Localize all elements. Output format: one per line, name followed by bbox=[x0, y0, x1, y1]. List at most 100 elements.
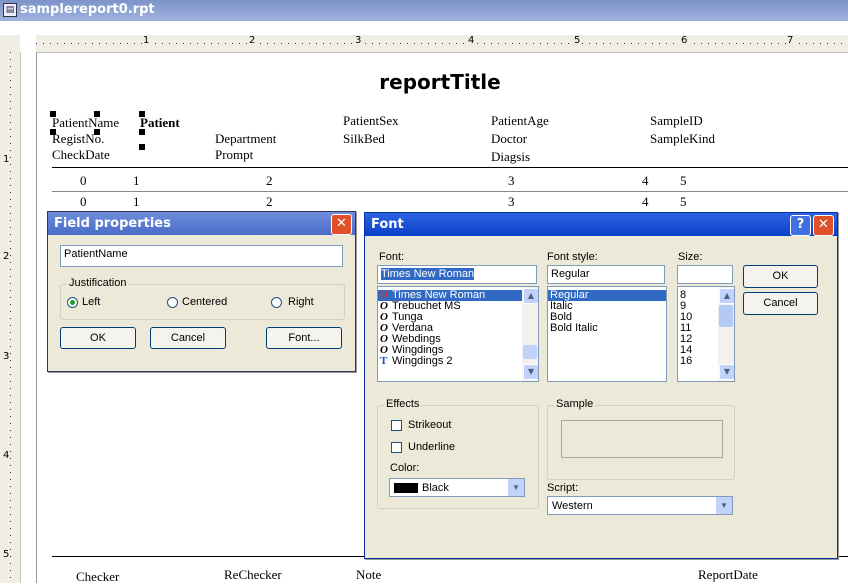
detail-cell[interactable]: 1 bbox=[133, 194, 140, 210]
vertical-ruler: 1 2 3 4 5 bbox=[0, 52, 21, 583]
radio-centered[interactable] bbox=[167, 297, 178, 308]
font-list-scrollbar[interactable]: ▲ ▼ bbox=[522, 287, 538, 381]
sample-preview bbox=[561, 420, 723, 458]
font-list[interactable]: O Times New Roman O Trebuchet MS O Tunga OV… bbox=[377, 286, 539, 382]
field-diagsis[interactable]: Diagsis bbox=[491, 149, 530, 165]
size-input[interactable] bbox=[677, 265, 733, 284]
detail-cell[interactable]: 5 bbox=[680, 194, 687, 210]
scroll-thumb[interactable] bbox=[523, 345, 537, 359]
selection-handle[interactable] bbox=[50, 111, 56, 117]
detail-cell[interactable]: 0 bbox=[80, 194, 87, 210]
strikeout-label[interactable]: Strikeout bbox=[408, 419, 451, 431]
field-patient-sex[interactable]: PatientSex bbox=[343, 113, 399, 129]
detail-cell[interactable]: 2 bbox=[266, 173, 273, 189]
selection-handle[interactable] bbox=[139, 111, 145, 117]
radio-right-label[interactable]: Right bbox=[288, 296, 314, 308]
scroll-down-icon[interactable]: ▼ bbox=[523, 364, 538, 380]
close-icon[interactable]: ✕ bbox=[813, 215, 834, 236]
color-value: Black bbox=[422, 482, 449, 494]
chevron-down-icon[interactable]: ▼ bbox=[507, 479, 524, 496]
color-select[interactable]: Black ▼ bbox=[389, 478, 525, 497]
size-list-scrollbar[interactable]: ▲ ▼ bbox=[718, 287, 734, 381]
truetype-font-icon: T bbox=[380, 355, 388, 367]
field-report-date[interactable]: ReportDate bbox=[698, 567, 758, 583]
strikeout-checkbox[interactable] bbox=[391, 420, 402, 431]
font-cancel-button[interactable]: Cancel bbox=[743, 292, 818, 315]
field-doctor[interactable]: Doctor bbox=[491, 131, 527, 147]
radio-left-label[interactable]: Left bbox=[82, 296, 100, 308]
ruler-number: 5 bbox=[3, 549, 10, 560]
ruler-number: 1 bbox=[3, 154, 10, 165]
scroll-thumb[interactable] bbox=[719, 305, 733, 327]
font-dialog: Font ? ✕ Font: Times New Roman O Times Ne… bbox=[364, 212, 838, 559]
font-dialog-titlebar[interactable]: Font ? ✕ bbox=[365, 213, 837, 236]
cancel-button[interactable]: Cancel bbox=[150, 327, 226, 349]
ruler-number: 4 bbox=[467, 35, 476, 46]
detail-cell[interactable]: 0 bbox=[80, 173, 87, 189]
detail-cell[interactable]: 3 bbox=[508, 173, 515, 189]
scroll-up-icon[interactable]: ▲ bbox=[719, 288, 734, 304]
font-style-list[interactable]: Regular Italic Bold Bold Italic bbox=[547, 286, 667, 382]
effects-label: Effects bbox=[384, 398, 422, 410]
field-note[interactable]: Note bbox=[356, 567, 381, 583]
detail-cell[interactable]: 2 bbox=[266, 194, 273, 210]
font-ok-button[interactable]: OK bbox=[743, 265, 818, 288]
field-patient-age[interactable]: PatientAge bbox=[491, 113, 549, 129]
font-button[interactable]: Font... bbox=[266, 327, 342, 349]
style-list-item[interactable]: Bold Italic bbox=[548, 323, 666, 334]
ruler-number: 2 bbox=[3, 251, 10, 262]
detail-cell[interactable]: 3 bbox=[508, 194, 515, 210]
ruler-number: 3 bbox=[354, 35, 363, 46]
field-regist-no[interactable]: RegistNo. bbox=[52, 131, 104, 147]
selection-handle[interactable] bbox=[139, 144, 145, 150]
scroll-down-icon[interactable]: ▼ bbox=[719, 364, 734, 380]
font-name-input[interactable]: Times New Roman bbox=[377, 265, 537, 284]
ruler-number: 7 bbox=[786, 35, 795, 46]
script-value: Western bbox=[552, 500, 593, 512]
close-icon[interactable]: ✕ bbox=[331, 214, 352, 235]
help-icon[interactable]: ? bbox=[790, 215, 811, 236]
font-style-input[interactable]: Regular bbox=[547, 265, 665, 284]
underline-label[interactable]: Underline bbox=[408, 441, 455, 453]
field-sample-id[interactable]: SampleID bbox=[650, 113, 703, 129]
size-label: Size: bbox=[678, 251, 703, 263]
font-label: Font: bbox=[379, 251, 405, 263]
color-label: Color: bbox=[390, 462, 420, 474]
ok-button[interactable]: OK bbox=[60, 327, 136, 349]
field-patient-name[interactable]: PatientName bbox=[52, 115, 119, 131]
field-name-input[interactable]: PatientName bbox=[60, 245, 343, 267]
script-select[interactable]: Western ▼ bbox=[547, 496, 733, 515]
chevron-down-icon[interactable]: ▼ bbox=[715, 497, 732, 514]
font-list-item[interactable]: T Wingdings 2 bbox=[378, 356, 538, 367]
field-silk-bed[interactable]: SilkBed bbox=[343, 131, 385, 147]
justification-label: Justification bbox=[67, 277, 129, 289]
header-divider bbox=[52, 167, 848, 168]
selection-handle[interactable] bbox=[94, 111, 100, 117]
size-list[interactable]: 8 9 10 11 12 14 16 ▲ ▼ bbox=[677, 286, 735, 382]
field-prompt[interactable]: Prompt bbox=[215, 147, 253, 163]
field-check-date[interactable]: CheckDate bbox=[52, 147, 110, 163]
radio-right[interactable] bbox=[271, 297, 282, 308]
radio-left[interactable] bbox=[67, 297, 78, 308]
field-sample-kind[interactable]: SampleKind bbox=[650, 131, 715, 147]
report-title[interactable]: reportTitle bbox=[330, 70, 550, 94]
title-bar: ▤ samplereport0.rpt bbox=[0, 0, 848, 27]
field-rechecker[interactable]: ReChecker bbox=[224, 567, 282, 583]
ruler-number: 1 bbox=[142, 35, 151, 46]
ruler-number: 5 bbox=[573, 35, 582, 46]
field-patient-selected[interactable]: Patient bbox=[140, 115, 180, 131]
selection-handle[interactable] bbox=[139, 129, 145, 135]
field-properties-titlebar[interactable]: Field properties ✕ bbox=[48, 212, 355, 235]
scroll-up-icon[interactable]: ▲ bbox=[523, 288, 538, 304]
ruler-number: 4 bbox=[3, 450, 10, 461]
detail-cell[interactable]: 4 bbox=[642, 173, 649, 189]
horizontal-ruler: 1 2 3 4 5 6 7 bbox=[36, 35, 848, 53]
field-department[interactable]: Department bbox=[215, 131, 276, 147]
detail-cell[interactable]: 1 bbox=[133, 173, 140, 189]
detail-cell[interactable]: 4 bbox=[642, 194, 649, 210]
detail-cell[interactable]: 5 bbox=[680, 173, 687, 189]
row-divider bbox=[52, 191, 848, 192]
radio-centered-label[interactable]: Centered bbox=[182, 296, 227, 308]
sample-label: Sample bbox=[554, 398, 596, 410]
underline-checkbox[interactable] bbox=[391, 442, 402, 453]
